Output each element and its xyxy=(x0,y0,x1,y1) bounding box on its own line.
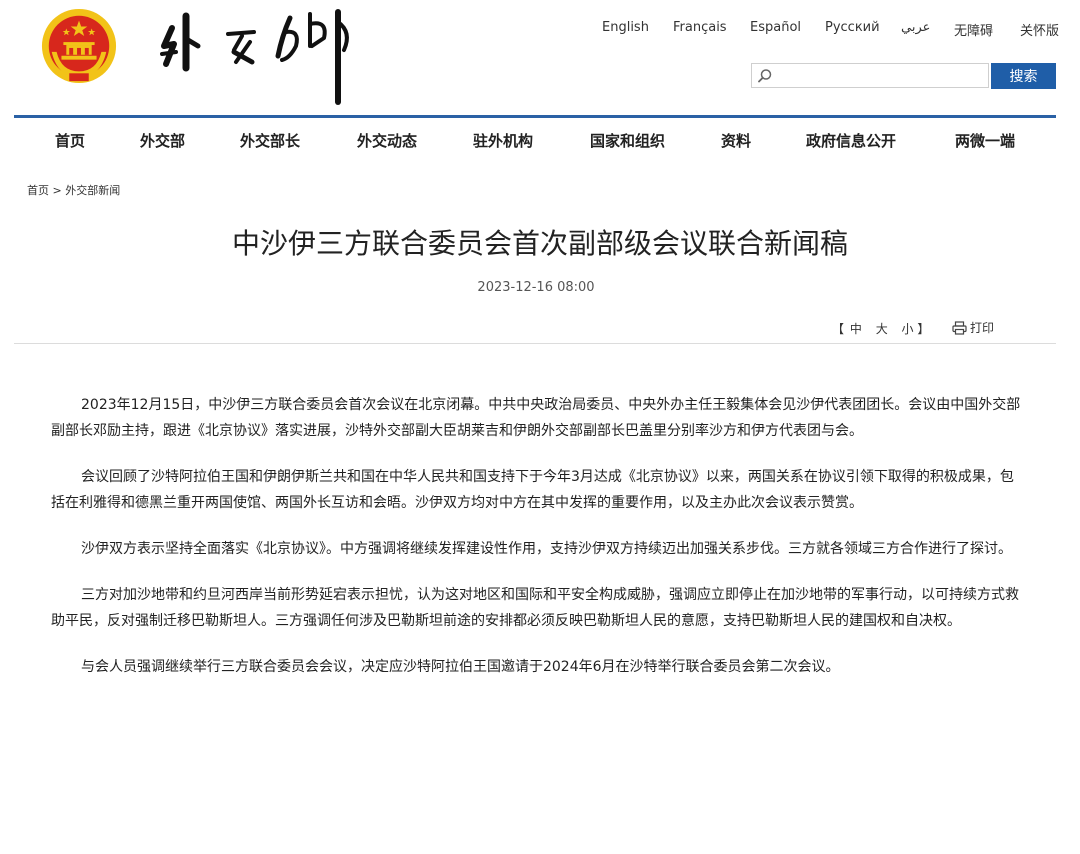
breadcrumb-current-link[interactable]: 外交部新闻 xyxy=(65,184,120,197)
font-size-bracket-close: 】 xyxy=(917,322,930,336)
article-title: 中沙伊三方联合委员会首次副部级会议联合新闻稿 xyxy=(231,227,848,260)
main-navigation: 首页 外交部 外交部长 外交动态 驻外机构 国家和组织 资料 政府信息公开 两微… xyxy=(0,118,1080,162)
search-icon xyxy=(758,69,772,83)
nav-item-countries-organizations[interactable]: 国家和组织 xyxy=(590,130,665,151)
breadcrumb-home-link[interactable]: 首页 xyxy=(27,184,49,197)
article-paragraph-5: 与会人员强调继续举行三方联合委员会会议，决定应沙特阿拉伯王国邀请于2024年6月… xyxy=(81,659,840,675)
print-button[interactable]: 打印 xyxy=(952,319,994,336)
nav-item-home[interactable]: 首页 xyxy=(55,130,85,151)
lang-french-link[interactable]: Français xyxy=(673,20,727,35)
site-header: English Français Español Русский عربي 无障… xyxy=(0,0,1080,118)
printer-icon xyxy=(952,321,967,335)
search-input[interactable] xyxy=(778,66,983,85)
article-paragraph-2: 会议回顾了沙特阿拉伯王国和伊朗伊斯兰共和国在中华人民共和国支持下于今年3月达成《… xyxy=(51,469,1014,511)
print-label: 打印 xyxy=(970,321,995,335)
accessibility-link[interactable]: 无障碍 xyxy=(954,20,993,39)
nav-item-social-media[interactable]: 两微一端 xyxy=(955,130,1015,151)
font-size-controls: 【 中 大 小 】 xyxy=(832,320,929,337)
lang-spanish-link[interactable]: Español xyxy=(750,20,801,35)
lang-arabic-link[interactable]: عربي xyxy=(901,20,930,35)
article-body: 2023年12月15日，中沙伊三方联合委员会首次会议在北京闭幕。中共中央政治局委… xyxy=(51,392,1027,700)
lang-russian-link[interactable]: Русский xyxy=(825,20,880,35)
breadcrumb-separator: > xyxy=(49,184,66,197)
national-emblem-icon[interactable] xyxy=(40,7,118,85)
language-links: English Français Español Русский عربي 无障… xyxy=(0,20,1072,42)
article-date: 2023-12-16 08:00 xyxy=(477,280,595,295)
nav-item-ministry[interactable]: 外交部 xyxy=(140,130,185,151)
article-paragraph-1: 2023年12月15日，中沙伊三方联合委员会首次会议在北京闭幕。中共中央政治局委… xyxy=(51,397,1021,439)
nav-item-government-info[interactable]: 政府信息公开 xyxy=(806,130,896,151)
search-box xyxy=(751,63,989,88)
font-size-large-button[interactable]: 大 xyxy=(876,322,888,336)
lang-english-link[interactable]: English xyxy=(602,20,649,35)
nav-item-diplomatic-news[interactable]: 外交动态 xyxy=(357,130,417,151)
search-button[interactable]: 搜索 xyxy=(991,63,1056,89)
article-paragraph-4: 三方对加沙地带和约旦河西岸当前形势延宕表示担忧，认为这对地区和国际和平安全构成威… xyxy=(51,587,1019,629)
nav-item-missions-abroad[interactable]: 驻外机构 xyxy=(473,130,533,151)
font-size-bracket-open: 【 xyxy=(832,322,845,336)
font-size-medium-button[interactable]: 中 xyxy=(850,322,862,336)
nav-item-resources[interactable]: 资料 xyxy=(721,130,751,151)
elderly-care-version-link[interactable]: 关怀版 xyxy=(1020,20,1059,39)
article-paragraph-3: 沙伊双方表示坚持全面落实《北京协议》。中方强调将继续发挥建设性作用，支持沙伊双方… xyxy=(81,541,1012,557)
breadcrumb: 首页 > 外交部新闻 xyxy=(27,182,120,198)
title-divider xyxy=(14,343,1056,344)
font-size-small-button[interactable]: 小 xyxy=(902,322,914,336)
nav-item-minister[interactable]: 外交部长 xyxy=(240,130,300,151)
